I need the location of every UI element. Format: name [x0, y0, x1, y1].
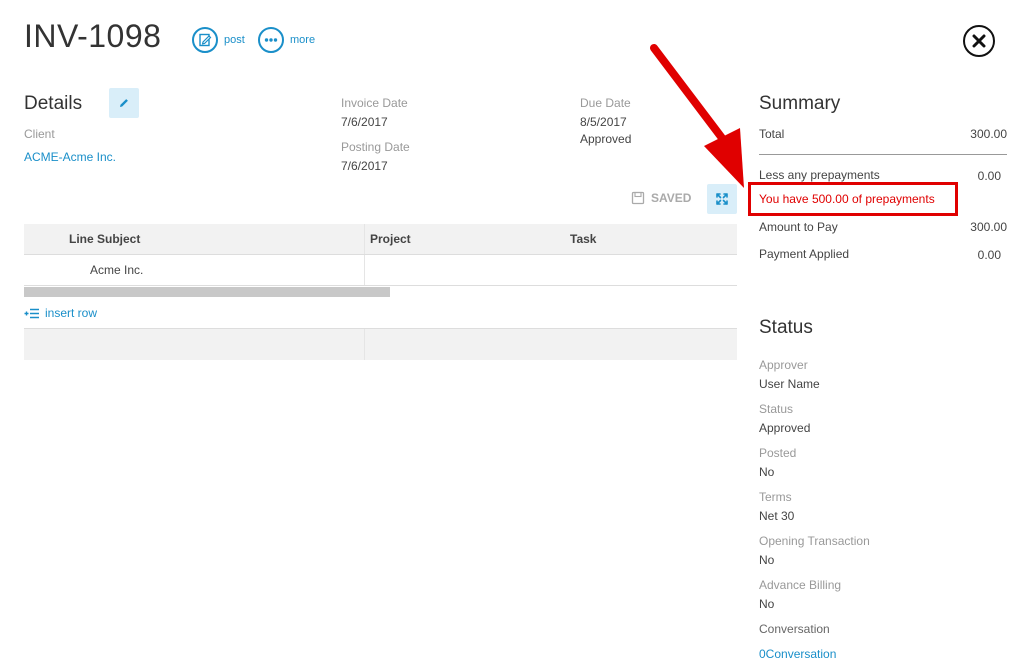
column-divider — [364, 224, 365, 254]
terms-label: Terms — [759, 490, 792, 504]
page-title: INV-1098 — [24, 18, 162, 54]
summary-divider — [759, 154, 1007, 155]
due-date-label: Due Date — [580, 96, 631, 110]
prepayment-notice[interactable]: You have 500.00 of prepayments — [748, 182, 958, 216]
close-icon — [972, 34, 986, 48]
horizontal-scrollbar[interactable] — [24, 287, 390, 297]
insert-row-icon — [24, 308, 39, 318]
column-header-project[interactable]: Project — [370, 232, 411, 246]
client-label: Client — [24, 127, 55, 141]
more-link[interactable]: more — [290, 34, 315, 46]
total-label: Total — [759, 127, 785, 141]
insert-row-button[interactable]: insert row — [24, 306, 97, 320]
posting-date-label: Posting Date — [341, 140, 410, 154]
more-action[interactable]: more — [258, 27, 315, 53]
posting-date-value: 7/6/2017 — [341, 159, 388, 173]
amount-to-pay-value: 300.00 — [970, 220, 1007, 234]
posted-label: Posted — [759, 446, 797, 460]
invoice-date-value: 7/6/2017 — [341, 115, 388, 129]
insert-row-label[interactable]: insert row — [45, 306, 97, 320]
table-footer-row — [24, 328, 737, 360]
status-heading: Status — [759, 317, 813, 338]
post-action[interactable]: post — [192, 27, 245, 53]
close-button[interactable] — [963, 25, 995, 57]
invoice-date-label: Invoice Date — [341, 96, 408, 110]
conversation-link[interactable]: 0Conversation — [759, 647, 836, 661]
table-row[interactable]: Acme Inc. — [24, 255, 737, 286]
post-icon[interactable] — [192, 27, 218, 53]
column-divider — [364, 329, 365, 360]
advance-billing-value: No — [759, 597, 775, 611]
opening-transaction-value: No — [759, 553, 775, 567]
column-divider — [364, 255, 365, 285]
payment-applied-value[interactable]: 0.00 — [940, 248, 1001, 262]
post-link[interactable]: post — [224, 34, 245, 46]
column-header-line-subject[interactable]: Line Subject — [69, 232, 140, 246]
less-prepayments-label: Less any prepayments — [759, 168, 880, 182]
amount-to-pay-label: Amount to Pay — [759, 220, 838, 234]
approval-status-text: Approved — [580, 132, 632, 146]
opening-transaction-label: Opening Transaction — [759, 534, 870, 548]
conversation-label: Conversation — [759, 622, 830, 636]
less-prepayments-value[interactable]: 0.00 — [940, 169, 1001, 183]
details-heading: Details — [24, 93, 83, 114]
summary-heading: Summary — [759, 93, 841, 114]
advance-billing-label: Advance Billing — [759, 578, 842, 592]
client-link[interactable]: ACME-Acme Inc. — [24, 150, 116, 164]
pencil-icon — [120, 99, 128, 107]
edit-details-button[interactable] — [109, 88, 139, 118]
more-icon[interactable] — [258, 27, 284, 53]
posted-value: No — [759, 465, 775, 479]
due-date-value: 8/5/2017 — [580, 115, 627, 129]
red-arrow-annotation — [650, 44, 744, 188]
status-value: Approved — [759, 421, 811, 435]
terms-value: Net 30 — [759, 509, 795, 523]
column-header-task[interactable]: Task — [570, 232, 596, 246]
total-value: 300.00 — [970, 127, 1007, 141]
line-items-table-header: Line Subject Project Task — [24, 224, 737, 255]
approver-value: User Name — [759, 377, 820, 391]
status-label: Status — [759, 402, 794, 416]
approver-label: Approver — [759, 358, 808, 372]
payment-applied-label: Payment Applied — [759, 247, 850, 261]
line-subject-cell[interactable]: Acme Inc. — [90, 263, 143, 277]
